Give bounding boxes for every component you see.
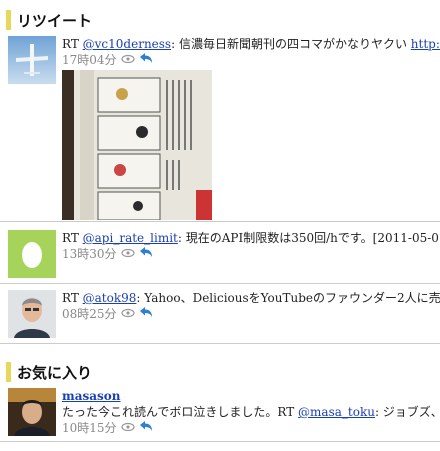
retweet-section-title: リツイート	[17, 11, 93, 30]
url-link[interactable]: http://locke	[411, 37, 440, 51]
avatar[interactable]	[8, 388, 56, 436]
tweet-item: RT @atok98: Yahoo、DeliciousをYouTubeのファウン…	[0, 290, 440, 346]
section-accent-bar	[6, 362, 11, 382]
tweet-item: masason たった今これ読んでボロ泣きしました。RT @masa_toku:…	[0, 388, 440, 444]
avatar[interactable]	[8, 230, 56, 278]
timestamp: 10時15分	[62, 421, 117, 435]
user-link[interactable]: @masa_toku	[298, 405, 375, 419]
tweet-meta: 17時04分	[62, 52, 440, 68]
eye-icon[interactable]	[120, 246, 135, 262]
avatar[interactable]	[8, 290, 56, 338]
avatar[interactable]	[8, 36, 56, 84]
reply-arrow-icon[interactable]	[139, 420, 153, 436]
user-link[interactable]: @atok98	[83, 291, 137, 305]
tweet-item: RT @api_rate_limit: 現在のAPI制限数は350回/hです。[…	[0, 230, 440, 286]
timestamp: 13時30分	[62, 247, 117, 261]
favorites-section-title: お気に入り	[17, 363, 93, 382]
reply-arrow-icon[interactable]	[139, 246, 153, 262]
eye-icon[interactable]	[120, 306, 135, 322]
favorites-section-header: お気に入り	[0, 361, 440, 383]
reply-arrow-icon[interactable]	[139, 52, 153, 68]
reply-arrow-icon[interactable]	[139, 306, 153, 322]
tweet-item: RT @vc10derness: 信濃毎日新聞朝刊の四コマがかなりヤクい htt…	[0, 36, 440, 222]
section-accent-bar	[6, 10, 11, 30]
retweet-section-header: リツイート	[0, 9, 440, 31]
tweet-text: RT @atok98: Yahoo、DeliciousをYouTubeのファウン…	[62, 291, 440, 305]
attached-photo[interactable]	[62, 70, 212, 220]
eye-icon[interactable]	[120, 420, 135, 436]
user-link[interactable]: @vc10derness	[83, 37, 171, 51]
timestamp: 17時04分	[62, 53, 117, 67]
tweet-meta: 13時30分	[62, 246, 440, 262]
tweet-text: たった今これ読んでボロ泣きしました。RT @masa_toku: ジョブズ、人生	[62, 405, 440, 419]
user-link[interactable]: @api_rate_limit	[83, 231, 178, 245]
tweet-meta: 08時25分	[62, 306, 440, 322]
eye-icon[interactable]	[120, 52, 135, 68]
tweet-text: RT @vc10derness: 信濃毎日新聞朝刊の四コマがかなりヤクい htt…	[62, 36, 440, 52]
tweet-text: RT @api_rate_limit: 現在のAPI制限数は350回/hです。[…	[62, 231, 440, 245]
tweet-meta: 10時15分	[62, 420, 440, 436]
author-link[interactable]: masason	[62, 389, 121, 403]
timestamp: 08時25分	[62, 307, 117, 321]
